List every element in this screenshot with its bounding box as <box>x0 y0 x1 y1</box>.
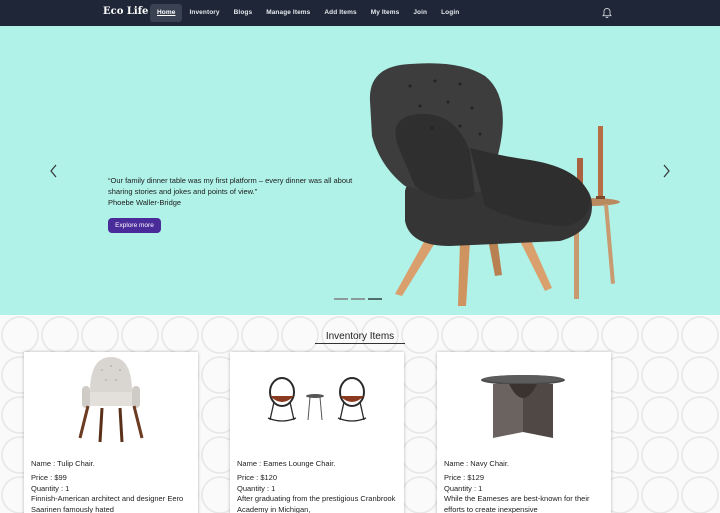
explore-more-button[interactable]: Explore more <box>108 218 161 233</box>
section-title: Inventory Items <box>315 331 405 344</box>
item-description: After graduating from the prestigious Cr… <box>237 494 396 513</box>
item-name: Name : Eames Lounge Chair. <box>237 459 336 468</box>
nav-link-manage-items[interactable]: Manage Items <box>259 4 317 22</box>
item-name: Name : Tulip Chair. <box>31 459 95 468</box>
carousel-indicator-3[interactable] <box>368 298 382 300</box>
item-price: Price : $120 <box>237 473 278 482</box>
inventory-section: Inventory Items Name : Tulip Chair. Pric… <box>0 315 720 513</box>
nav-link-login[interactable]: Login <box>434 4 466 22</box>
tulip-chair-image <box>78 357 144 443</box>
carousel-indicator-2[interactable] <box>351 298 365 300</box>
navy-chair-image <box>481 375 565 438</box>
item-quantity: Quantity : 1 <box>237 484 276 493</box>
hero-carousel: “Our family dinner table was my first pl… <box>0 26 720 315</box>
item-price: Price : $129 <box>444 473 485 482</box>
hero-chair-image <box>369 63 620 306</box>
inventory-card[interactable]: Name : Tulip Chair. Price : $99 Quantity… <box>24 352 198 513</box>
top-navbar: Eco Life Home Inventory Blogs Manage Ite… <box>0 0 720 26</box>
inventory-card[interactable]: Name : Eames Lounge Chair. Price : $120 … <box>230 352 404 513</box>
item-quantity: Quantity : 1 <box>31 484 70 493</box>
nav-link-home[interactable]: Home <box>150 4 183 22</box>
carousel-next-icon[interactable] <box>660 164 672 178</box>
carousel-indicators <box>334 298 382 300</box>
item-quantity: Quantity : 1 <box>444 484 483 493</box>
nav-link-add-items[interactable]: Add Items <box>317 4 363 22</box>
item-price: Price : $99 <box>31 473 67 482</box>
nav-links: Home Inventory Blogs Manage Items Add It… <box>150 4 466 22</box>
hero-quote: “Our family dinner table was my first pl… <box>108 176 353 196</box>
inventory-card[interactable]: Name : Navy Chair. Price : $129 Quantity… <box>437 352 611 513</box>
carousel-indicator-1[interactable] <box>334 298 348 300</box>
carousel-prev-icon[interactable] <box>48 164 60 178</box>
nav-link-blogs[interactable]: Blogs <box>227 4 260 22</box>
eames-lounge-chair-image <box>267 377 367 422</box>
hero-quote-author: Phoebe Waller-Bridge <box>108 198 182 207</box>
brand-logo[interactable]: Eco Life <box>103 6 148 17</box>
item-name: Name : Navy Chair. <box>444 459 510 468</box>
nav-link-my-items[interactable]: My Items <box>364 4 407 22</box>
bell-icon[interactable] <box>601 7 613 19</box>
item-description: Finnish-American architect and designer … <box>31 494 184 513</box>
nav-link-inventory[interactable]: Inventory <box>182 4 226 22</box>
nav-link-join[interactable]: Join <box>406 4 434 22</box>
item-description: While the Eameses are best-known for the… <box>444 494 590 513</box>
